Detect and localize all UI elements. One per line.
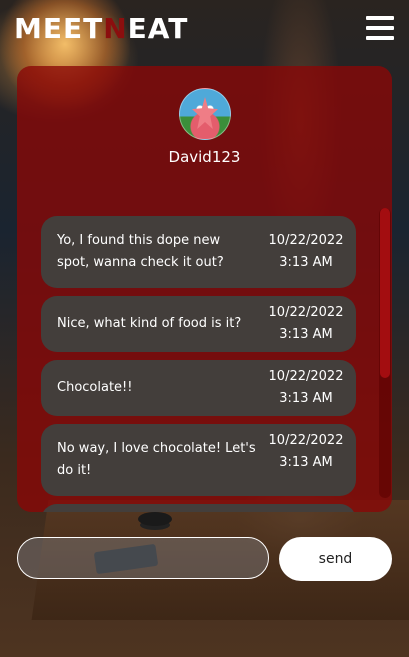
send-button[interactable]: send xyxy=(279,537,392,581)
message-scrollbar[interactable] xyxy=(379,208,391,498)
patrick-star-avatar xyxy=(192,97,218,129)
coffee-cup xyxy=(138,512,172,526)
message-bubble: Yo, I found this dope new spot, wanna ch… xyxy=(41,216,356,288)
message-timestamp: 10/22/2022 3:13 AM xyxy=(268,433,344,470)
hamburger-menu-icon[interactable] xyxy=(366,16,394,40)
scrollbar-thumb[interactable] xyxy=(380,208,390,378)
message-text: Yo, I found this dope new spot, wanna ch… xyxy=(57,233,224,270)
message-text: Nice, what kind of food is it? xyxy=(57,316,242,331)
chat-username: David123 xyxy=(168,148,241,166)
menu-bar xyxy=(366,16,394,20)
message-timestamp: 10/22/2022 3:13 AM xyxy=(268,305,344,342)
message-text: Chocolate!! xyxy=(57,380,133,395)
logo-eat: EAT xyxy=(127,12,189,45)
message-timestamp: 10/22/2022 3:13 AM xyxy=(268,369,344,406)
message-input[interactable] xyxy=(17,537,269,579)
avatar[interactable] xyxy=(179,88,231,140)
logo-n: N xyxy=(103,12,128,45)
chat-panel: David123 Yo, I found this dope new spot,… xyxy=(17,66,392,512)
app-logo[interactable]: MEETNEAT xyxy=(14,14,188,44)
menu-bar xyxy=(366,36,394,40)
message-list[interactable]: Yo, I found this dope new spot, wanna ch… xyxy=(41,216,357,512)
message-bubble-partial xyxy=(41,504,356,512)
message-text: No way, I love chocolate! Let's do it! xyxy=(57,441,256,478)
logo-meet: MEET xyxy=(14,12,104,45)
message-bubble: Nice, what kind of food is it? 10/22/202… xyxy=(41,296,356,352)
menu-bar xyxy=(366,26,394,30)
message-timestamp: 10/22/2022 3:13 AM xyxy=(268,233,344,270)
message-bubble: No way, I love chocolate! Let's do it! 1… xyxy=(41,424,356,496)
message-bubble: Chocolate!! 10/22/2022 3:13 AM xyxy=(41,360,356,416)
